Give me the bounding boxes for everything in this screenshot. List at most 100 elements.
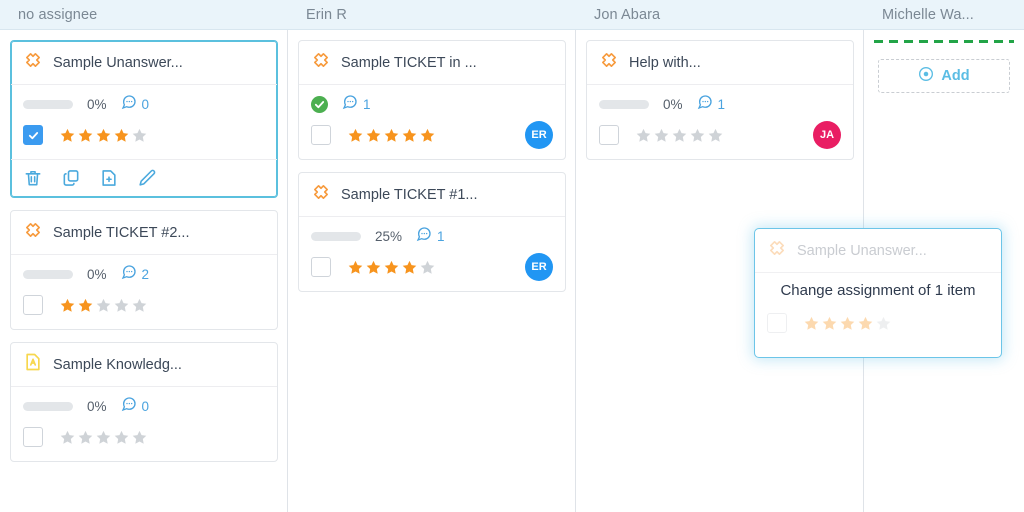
kanban-board: no assignee Sample Unanswer... 0% 0 Samp…: [0, 0, 1024, 512]
kanban-card[interactable]: Sample TICKET #1... 25% 1 ER: [298, 172, 566, 292]
card-rating-row: JA: [599, 121, 841, 149]
card-title: Sample TICKET #1...: [341, 186, 478, 203]
card-header[interactable]: Sample TICKET #2...: [11, 211, 277, 255]
column-body: Sample Unanswer... 0% 0 Sample TICKET #2…: [0, 30, 288, 462]
progress-bar: [23, 401, 73, 411]
rating-star[interactable]: [365, 259, 382, 276]
comment-bubble-icon: [416, 226, 432, 247]
rating-star[interactable]: [707, 127, 724, 144]
edit-pencil-icon[interactable]: [137, 168, 157, 188]
rating-star[interactable]: [635, 127, 652, 144]
progress-label: 0%: [87, 96, 107, 112]
drag-ghost-message: Change assignment of 1 item: [780, 282, 976, 299]
rating-stars[interactable]: [347, 127, 436, 144]
delete-icon[interactable]: [23, 168, 43, 188]
column-header[interactable]: no assignee: [0, 0, 288, 30]
rating-star[interactable]: [131, 127, 148, 144]
rating-star[interactable]: [113, 127, 130, 144]
column-title: Michelle Wa...: [882, 6, 974, 23]
green-check-circle-icon: [311, 95, 328, 113]
rating-star[interactable]: [383, 127, 400, 144]
card-select-checkbox[interactable]: [23, 295, 43, 315]
rating-star[interactable]: [401, 259, 418, 276]
rating-star[interactable]: [821, 315, 838, 332]
card-select-checkbox[interactable]: [23, 125, 43, 145]
card-header[interactable]: Sample TICKET in ...: [299, 41, 565, 85]
column-body: Help with... 0% 1 JA: [576, 30, 864, 160]
avatar[interactable]: ER: [525, 253, 553, 281]
kanban-card[interactable]: Sample Knowledg... 0% 0: [10, 342, 278, 462]
kanban-card[interactable]: Sample TICKET #2... 0% 2: [10, 210, 278, 330]
kanban-card[interactable]: Sample TICKET in ... 1 ER: [298, 40, 566, 160]
copy-icon[interactable]: [61, 168, 81, 188]
card-meta-row: 0% 0: [23, 395, 265, 417]
comment-count[interactable]: 0: [121, 94, 149, 115]
comment-count-value: 0: [141, 398, 150, 414]
rating-star[interactable]: [113, 297, 130, 314]
rating-star[interactable]: [653, 127, 670, 144]
comment-count[interactable]: 1: [416, 226, 445, 247]
comment-count[interactable]: 0: [121, 396, 150, 417]
avatar[interactable]: ER: [525, 121, 553, 149]
rating-star[interactable]: [803, 315, 820, 332]
rating-star[interactable]: [857, 315, 874, 332]
card-select-checkbox[interactable]: [311, 125, 331, 145]
drag-ghost-rating-row: [767, 309, 989, 337]
rating-star[interactable]: [131, 429, 148, 446]
comment-count-value: 2: [141, 266, 150, 282]
kanban-card[interactable]: Help with... 0% 1 JA: [586, 40, 854, 160]
comment-bubble-icon: [121, 94, 137, 115]
comment-count-value: 1: [363, 96, 371, 112]
rating-star[interactable]: [113, 429, 130, 446]
rating-star[interactable]: [59, 429, 76, 446]
avatar[interactable]: JA: [813, 121, 841, 149]
rating-star[interactable]: [131, 297, 148, 314]
rating-star[interactable]: [839, 315, 856, 332]
rating-stars[interactable]: [59, 127, 148, 144]
card-header[interactable]: Sample TICKET #1...: [299, 173, 565, 217]
new-document-icon[interactable]: [99, 168, 119, 188]
rating-star[interactable]: [875, 315, 892, 332]
rating-star[interactable]: [347, 127, 364, 144]
rating-star[interactable]: [347, 259, 364, 276]
rating-star[interactable]: [59, 127, 76, 144]
card-select-checkbox[interactable]: [599, 125, 619, 145]
comment-count[interactable]: 1: [342, 94, 371, 115]
card-meta-row: 0% 0: [23, 93, 265, 115]
rating-star[interactable]: [671, 127, 688, 144]
card-header[interactable]: Help with...: [587, 41, 853, 85]
rating-star[interactable]: [77, 429, 94, 446]
rating-star[interactable]: [419, 127, 436, 144]
card-rating-row: ER: [311, 121, 553, 149]
rating-star[interactable]: [365, 127, 382, 144]
progress-label: 25%: [375, 228, 403, 244]
card-header[interactable]: Sample Unanswer...: [11, 41, 277, 85]
rating-star[interactable]: [95, 429, 112, 446]
rating-stars[interactable]: [59, 429, 148, 446]
rating-star[interactable]: [77, 297, 94, 314]
card-title: Sample TICKET #2...: [53, 224, 190, 241]
card-select-checkbox[interactable]: [23, 427, 43, 447]
column-header[interactable]: Erin R: [288, 0, 576, 30]
card-rating-row: [23, 291, 265, 319]
card-select-checkbox[interactable]: [311, 257, 331, 277]
rating-star[interactable]: [77, 127, 94, 144]
rating-stars[interactable]: [59, 297, 148, 314]
rating-stars[interactable]: [635, 127, 724, 144]
comment-count[interactable]: 1: [697, 94, 725, 115]
card-header[interactable]: Sample Knowledg...: [11, 343, 277, 387]
rating-star[interactable]: [59, 297, 76, 314]
rating-star[interactable]: [419, 259, 436, 276]
column-header[interactable]: Jon Abara: [576, 0, 864, 30]
rating-star[interactable]: [383, 259, 400, 276]
rating-star[interactable]: [95, 297, 112, 314]
comment-count[interactable]: 2: [121, 264, 150, 285]
kanban-card[interactable]: Sample Unanswer... 0% 0: [10, 40, 278, 198]
progress-label: 0%: [87, 398, 107, 414]
rating-star[interactable]: [689, 127, 706, 144]
column-header[interactable]: Michelle Wa...: [864, 0, 1024, 30]
rating-star[interactable]: [95, 127, 112, 144]
add-card-button[interactable]: Add: [878, 59, 1010, 93]
rating-star[interactable]: [401, 127, 418, 144]
rating-stars[interactable]: [347, 259, 436, 276]
